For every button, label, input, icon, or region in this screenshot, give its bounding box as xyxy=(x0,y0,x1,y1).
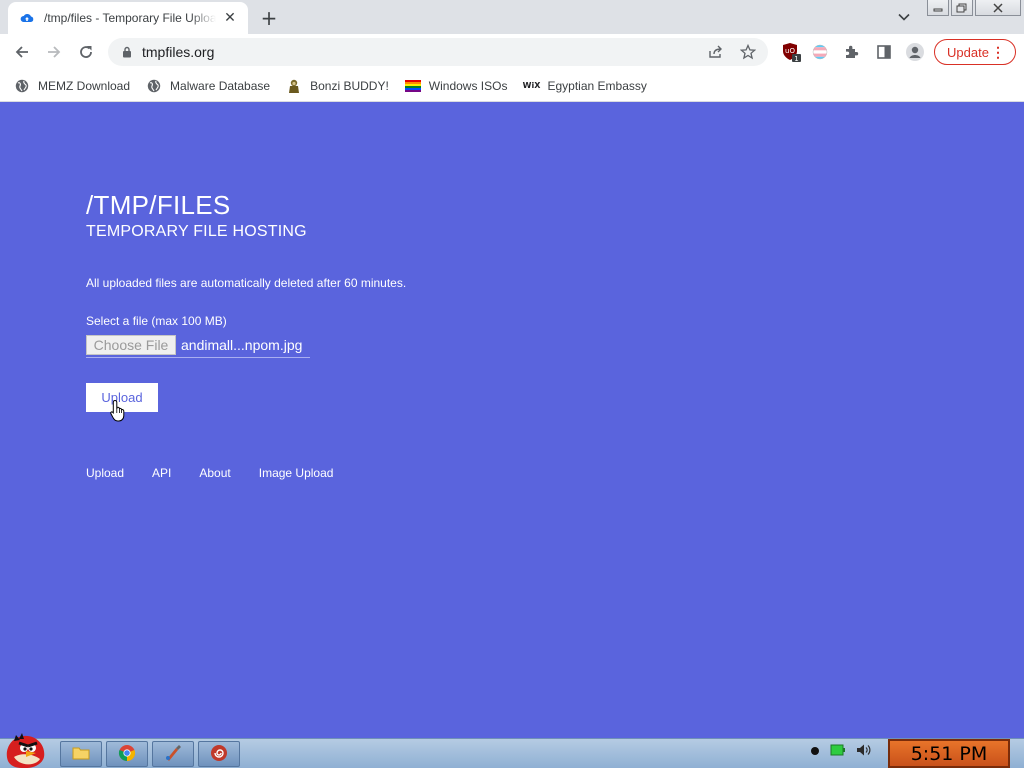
forward-arrow-icon[interactable] xyxy=(42,40,66,64)
taskbar: 5:51 PM xyxy=(0,733,1024,768)
taskbar-app-red[interactable] xyxy=(198,741,240,767)
record-dot-icon[interactable] xyxy=(810,745,820,759)
extensions-puzzle-icon[interactable] xyxy=(841,41,863,63)
tab-close-icon[interactable]: ✕ xyxy=(222,10,238,26)
footer-links: Upload API About Image Upload xyxy=(86,466,361,480)
tab-search-icon[interactable] xyxy=(894,8,914,26)
bookmarks-bar: MEMZ Download Malware Database Bonzi BUD… xyxy=(0,70,1024,102)
taskbar-clock[interactable]: 5:51 PM xyxy=(888,739,1010,768)
tab-title: /tmp/files - Temporary File Upload xyxy=(44,11,216,25)
address-bar[interactable]: tmpfiles.org xyxy=(108,38,768,66)
side-panel-icon[interactable] xyxy=(873,41,895,63)
cloud-upload-icon xyxy=(20,11,34,25)
minimize-button[interactable] xyxy=(927,0,949,16)
back-arrow-icon[interactable] xyxy=(10,40,34,64)
file-input[interactable]: Choose File andimall...npom.jpg xyxy=(86,332,310,358)
site-title: /TMP/FILES xyxy=(86,190,231,220)
volume-icon[interactable] xyxy=(856,743,872,760)
window-controls xyxy=(927,0,1021,18)
footer-link-upload[interactable]: Upload xyxy=(86,466,124,480)
file-select-label: Select a file (max 100 MB) xyxy=(86,314,227,328)
battery-icon[interactable] xyxy=(830,744,846,759)
selected-filename: andimall...npom.jpg xyxy=(181,336,303,353)
taskbar-explorer[interactable] xyxy=(60,741,102,767)
tab-strip: /tmp/files - Temporary File Upload ✕ + xyxy=(0,0,1024,34)
profile-avatar-icon[interactable] xyxy=(904,41,926,63)
globe-icon xyxy=(14,78,30,94)
bookmark-malware-database[interactable]: Malware Database xyxy=(146,74,270,98)
site-subtitle: TEMPORARY FILE HOSTING xyxy=(86,223,307,240)
spiral-app-icon xyxy=(210,744,228,765)
bookmark-egyptian-embassy[interactable]: WiX Egyptian Embassy xyxy=(522,74,647,98)
page-content: /TMP/FILES TEMPORARY FILE HOSTING All up… xyxy=(0,103,1024,738)
footer-link-api[interactable]: API xyxy=(152,466,171,480)
footer-link-image-upload[interactable]: Image Upload xyxy=(259,466,334,480)
trans-flag-extension-icon[interactable] xyxy=(809,41,831,63)
folder-icon xyxy=(72,745,90,764)
share-icon[interactable] xyxy=(704,40,728,64)
menu-dots-icon[interactable]: ⋮ xyxy=(991,44,1005,60)
reload-icon[interactable] xyxy=(74,40,98,64)
hand-cursor-icon xyxy=(110,399,125,422)
bonzi-icon xyxy=(286,78,302,94)
bookmark-label: Bonzi BUDDY! xyxy=(310,78,389,93)
taskbar-chrome[interactable] xyxy=(106,741,148,767)
system-tray xyxy=(810,743,872,760)
bookmark-bonzi-buddy[interactable]: Bonzi BUDDY! xyxy=(286,74,389,98)
wix-icon: WiX xyxy=(522,81,541,90)
star-icon[interactable] xyxy=(736,40,760,64)
angry-bird-start-icon[interactable] xyxy=(2,731,50,768)
bookmark-label: Malware Database xyxy=(170,78,271,93)
lock-icon[interactable] xyxy=(120,45,134,59)
window-close-button[interactable] xyxy=(975,0,1021,16)
bookmark-label: Egyptian Embassy xyxy=(547,78,647,93)
update-label: Update xyxy=(947,44,989,60)
bookmark-memz-download[interactable]: MEMZ Download xyxy=(14,74,130,98)
browser-tab[interactable]: /tmp/files - Temporary File Upload ✕ xyxy=(8,2,248,34)
taskbar-paint[interactable] xyxy=(152,741,194,767)
browser-toolbar: tmpfiles.org uO 1 Update ⋮ xyxy=(0,34,1024,70)
extension-badge: 1 xyxy=(794,55,798,62)
paint-brush-icon xyxy=(164,744,182,765)
rainbow-flag-icon xyxy=(404,78,421,94)
bookmark-label: MEMZ Download xyxy=(38,78,131,93)
globe-icon xyxy=(146,78,162,94)
bookmark-label: Windows ISOs xyxy=(428,78,508,93)
retention-notice: All uploaded files are automatically del… xyxy=(86,276,407,290)
new-tab-button[interactable]: + xyxy=(258,6,280,30)
svg-text:uO: uO xyxy=(785,47,795,55)
update-button[interactable]: Update ⋮ xyxy=(934,39,1016,65)
ublock-shield-icon[interactable]: uO 1 xyxy=(780,41,802,63)
choose-file-button[interactable]: Choose File xyxy=(86,334,176,355)
bookmark-windows-isos[interactable]: Windows ISOs xyxy=(404,74,508,98)
footer-link-about[interactable]: About xyxy=(199,466,230,480)
url-text[interactable]: tmpfiles.org xyxy=(142,44,704,60)
chrome-icon xyxy=(118,744,136,765)
restore-button[interactable] xyxy=(951,0,973,16)
